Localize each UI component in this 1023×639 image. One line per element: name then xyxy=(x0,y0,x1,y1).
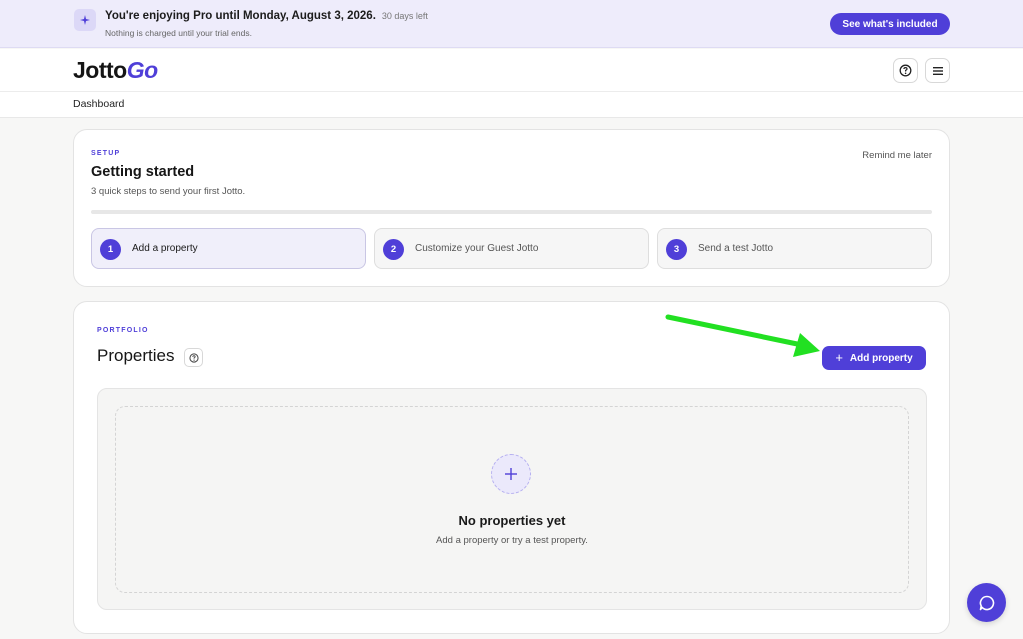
plus-icon: + xyxy=(835,350,843,365)
properties-empty-container: No properties yet Add a property or try … xyxy=(97,388,927,610)
app-header: JottoGo xyxy=(0,49,1023,92)
add-property-label: Add property xyxy=(849,352,913,364)
step-add-property[interactable]: 1 Add a property xyxy=(91,228,366,269)
getting-started-title: Getting started xyxy=(91,164,195,180)
step-label: Send a test Jotto xyxy=(698,243,774,254)
plus-icon[interactable] xyxy=(491,454,531,494)
help-circle-icon xyxy=(188,352,199,363)
portfolio-eyebrow: PORTFOLIO xyxy=(97,327,149,334)
logo-accent: Go xyxy=(126,57,158,83)
step-number: 1 xyxy=(100,239,121,260)
remind-me-later-link[interactable]: Remind me later xyxy=(862,150,932,161)
see-whats-included-button[interactable]: See what's included xyxy=(830,13,950,35)
sparkles-icon xyxy=(74,9,96,31)
step-label: Add a property xyxy=(132,243,198,254)
step-customize-guest-jotto[interactable]: 2 Customize your Guest Jotto xyxy=(374,228,649,269)
help-circle-icon xyxy=(899,64,912,77)
setup-progress-bar xyxy=(91,210,932,214)
getting-started-subtitle: 3 quick steps to send your first Jotto. xyxy=(91,186,246,197)
menu-button[interactable] xyxy=(925,58,950,83)
banner-title: You're enjoying Pro until Monday, August… xyxy=(105,10,428,22)
properties-help-button[interactable] xyxy=(184,348,203,367)
trial-banner: You're enjoying Pro until Monday, August… xyxy=(0,0,1023,48)
step-send-test-jotto[interactable]: 3 Send a test Jotto xyxy=(657,228,932,269)
add-property-button[interactable]: + Add property xyxy=(822,346,926,370)
banner-title-text: You're enjoying Pro until Monday, August… xyxy=(105,10,376,22)
help-button[interactable] xyxy=(893,58,918,83)
step-number: 3 xyxy=(666,239,687,260)
banner-subtitle: Nothing is charged until your trial ends… xyxy=(105,28,252,38)
logo[interactable]: JottoGo xyxy=(73,57,158,84)
chat-bubble-icon xyxy=(979,595,994,610)
step-number: 2 xyxy=(383,239,404,260)
banner-days-left: 30 days left xyxy=(381,11,428,21)
setup-eyebrow: SETUP xyxy=(91,150,121,157)
step-label: Customize your Guest Jotto xyxy=(415,243,539,254)
properties-title: Properties xyxy=(97,346,175,365)
chat-launcher-button[interactable] xyxy=(967,583,1006,622)
breadcrumb-bar: Dashboard xyxy=(0,92,1023,118)
empty-state-title: No properties yet xyxy=(458,513,566,528)
empty-state-subtitle: Add a property or try a test property. xyxy=(436,535,588,546)
logo-main: Jotto xyxy=(73,57,127,83)
properties-empty-dropzone[interactable]: No properties yet Add a property or try … xyxy=(115,406,909,593)
menu-icon xyxy=(932,66,943,75)
getting-started-card: SETUP Getting started 3 quick steps to s… xyxy=(73,129,950,287)
green-arrow-annotation xyxy=(665,314,820,357)
breadcrumb-dashboard[interactable]: Dashboard xyxy=(73,98,124,110)
